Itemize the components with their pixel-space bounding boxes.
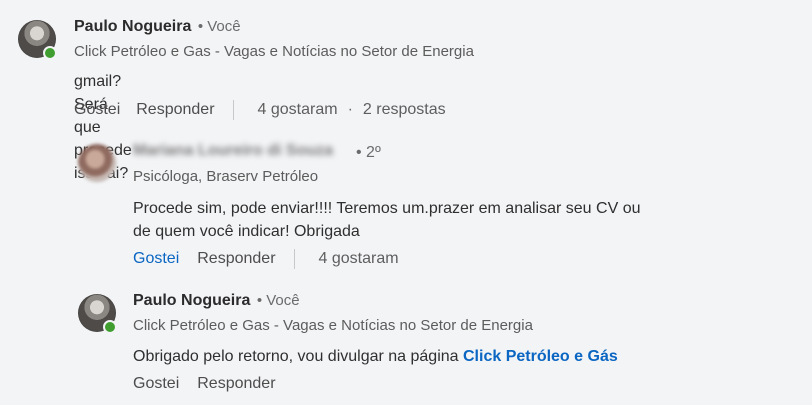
- reply-button[interactable]: Responder: [197, 375, 275, 393]
- online-status-icon: [43, 46, 57, 60]
- author-name[interactable]: Paulo Nogueira: [133, 292, 250, 309]
- like-button[interactable]: Gostei: [133, 250, 179, 268]
- like-count[interactable]: 4 gostaram: [258, 101, 338, 119]
- like-count[interactable]: 4 gostaram: [319, 250, 399, 268]
- action-divider: [232, 100, 234, 120]
- action-divider: [293, 249, 295, 269]
- reply-text-line: Procede sim, pode enviar!!!! Teremos um.…: [133, 200, 641, 217]
- reply-text: Obrigado pelo retorno, vou divulgar na p…: [133, 345, 618, 368]
- reply-text: Procede sim, pode enviar!!!! Teremos um.…: [133, 197, 713, 243]
- author-degree: • Você: [256, 292, 300, 309]
- author-headline: Psicóloga, Braserv Petróleo: [133, 168, 319, 185]
- like-button[interactable]: Gostei: [74, 101, 120, 119]
- author-headline: Click Petróleo e Gas - Vagas e Notícias …: [74, 43, 474, 60]
- reply-author-name[interactable]: Mariana Loureiro di Souza: [133, 142, 333, 160]
- comment-author-name[interactable]: Paulo Nogueira • Você: [74, 18, 241, 36]
- author-degree: • 2º: [356, 144, 381, 161]
- author-degree: • Você: [197, 18, 241, 35]
- author-headline: Click Petróleo e Gas - Vagas e Notícias …: [133, 317, 533, 334]
- online-status-icon: [103, 320, 117, 334]
- company-link[interactable]: Click Petróleo e Gás: [463, 348, 618, 365]
- separator-dot: ·: [347, 101, 353, 118]
- reply-count[interactable]: 2 respostas: [363, 101, 446, 119]
- reply-author-name[interactable]: Paulo Nogueira • Você: [133, 292, 300, 310]
- reply-text-line: de quem você indicar! Obrigada: [133, 223, 360, 240]
- reply-actions: Gostei Responder 4 gostaram: [133, 249, 399, 269]
- avatar[interactable]: [78, 144, 116, 182]
- reply-actions: Gostei Responder: [133, 375, 276, 393]
- author-name[interactable]: Paulo Nogueira: [74, 18, 191, 35]
- comment-actions: Gostei Responder 4 gostaram · 2 resposta…: [74, 100, 446, 120]
- reply-button[interactable]: Responder: [136, 101, 214, 119]
- reply-button[interactable]: Responder: [197, 250, 275, 268]
- reply-text-content: Obrigado pelo retorno, vou divulgar na p…: [133, 348, 463, 365]
- like-button[interactable]: Gostei: [133, 375, 179, 393]
